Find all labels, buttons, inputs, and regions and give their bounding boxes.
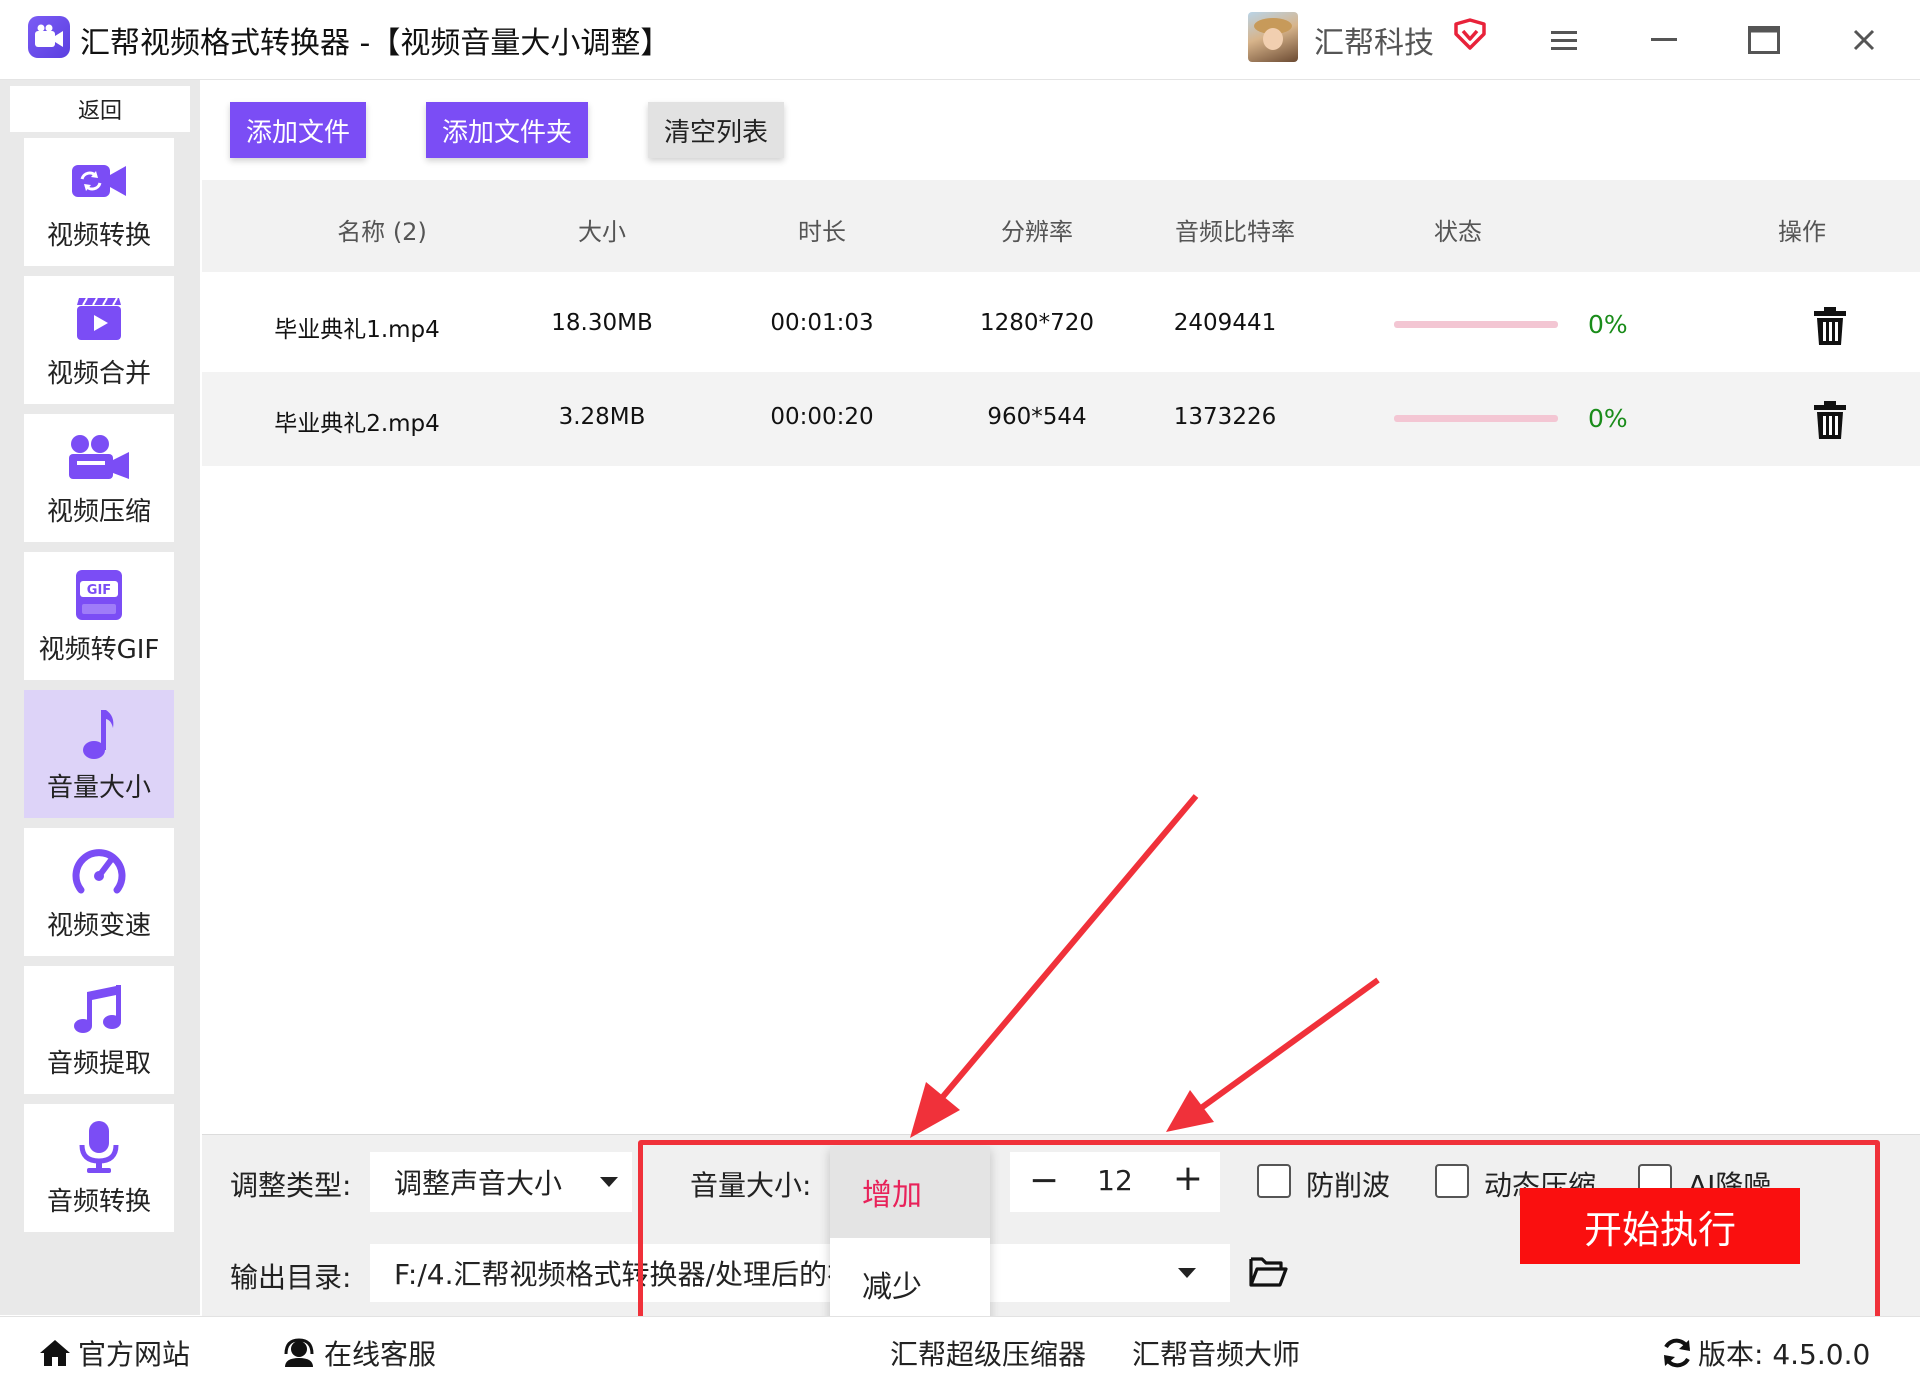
add-folder-button[interactable]: 添加文件夹: [426, 102, 588, 158]
file-resolution: 1280*720: [980, 310, 1094, 336]
chevron-down-icon: [600, 1177, 618, 1187]
file-name: 毕业典礼2.mp4: [274, 411, 440, 437]
sidebar-item-video-convert[interactable]: 视频转换: [24, 138, 174, 266]
music-notes-icon: [67, 981, 131, 1037]
microphone-icon: [67, 1119, 131, 1175]
adjust-type-select[interactable]: 调整声音大小: [370, 1152, 632, 1212]
audio-master-link[interactable]: 汇帮音频大师: [1132, 1333, 1300, 1373]
status-bar: 官方网站 在线客服 汇帮超级压缩器 汇帮音频大师 版本: 4.5.0.0: [0, 1316, 1920, 1384]
version-info[interactable]: 版本: 4.5.0.0: [1660, 1333, 1870, 1373]
sidebar-item-label: 视频合并: [46, 358, 151, 389]
headset-icon: [284, 1338, 314, 1367]
brand-name: 汇帮科技: [1314, 26, 1434, 61]
column-header-status[interactable]: 状态: [1408, 212, 1508, 247]
sidebar-item-video-speed[interactable]: 视频变速: [24, 828, 174, 956]
back-button[interactable]: 返回: [10, 86, 190, 132]
sidebar-item-volume[interactable]: 音量大小: [24, 690, 174, 818]
output-dir-label: 输出目录:: [230, 1261, 352, 1294]
refresh-icon: [1664, 1338, 1690, 1368]
online-service-label: 在线客服: [324, 1338, 437, 1371]
sidebar-item-video-merge[interactable]: 视频合并: [24, 276, 174, 404]
table-row[interactable]: 毕业典礼2.mp4 3.28MB 00:00:20 960*544 137322…: [202, 372, 1920, 466]
clear-list-button[interactable]: 清空列表: [648, 102, 784, 158]
arrow-head: [910, 1082, 960, 1138]
trash-icon[interactable]: [1812, 306, 1848, 346]
file-name: 毕业典礼1.mp4: [274, 317, 440, 343]
table-header: 名称 (2) 大小 时长 分辨率 音频比特率 状态 操作: [202, 180, 1920, 272]
sidebar-item-label: 视频转GIF: [38, 634, 160, 665]
sidebar-item-video-gif[interactable]: GIF 视频转GIF: [24, 552, 174, 680]
column-header-name[interactable]: 名称 (2): [312, 212, 452, 247]
sidebar-item-label: 音频提取: [46, 1048, 151, 1079]
sidebar-item-label: 音量大小: [46, 772, 151, 803]
add-file-button[interactable]: 添加文件: [230, 102, 366, 158]
file-resolution: 960*544: [987, 404, 1087, 430]
arrow-to-volume-dropdown: [927, 794, 1199, 1114]
sidebar-item-label: 视频转换: [46, 220, 151, 251]
maximize-icon[interactable]: [1742, 18, 1786, 62]
file-duration: 00:00:20: [770, 404, 874, 430]
file-size: 18.30MB: [551, 310, 653, 336]
sidebar-item-label: 音频转换: [46, 1186, 151, 1217]
close-icon[interactable]: [1842, 18, 1886, 62]
official-site-label: 官方网站: [78, 1338, 191, 1371]
video-convert-icon: [67, 153, 131, 209]
gif-icon: GIF: [67, 567, 131, 623]
version-label: 版本: 4.5.0.0: [1698, 1338, 1871, 1371]
file-size: 3.28MB: [558, 404, 646, 430]
trash-icon[interactable]: [1812, 400, 1848, 440]
title-bar: 汇帮视频格式转换器 -【视频音量大小调整】 汇帮科技: [0, 0, 1920, 80]
speedometer-icon: [67, 843, 131, 899]
file-bitrate: 1373226: [1173, 404, 1277, 430]
video-compress-icon: [67, 429, 131, 485]
column-header-actions[interactable]: 操作: [1752, 212, 1852, 247]
menu-icon[interactable]: [1542, 18, 1586, 62]
adjust-type-value: 调整声音大小: [394, 1167, 563, 1200]
vip-heart-icon[interactable]: [1452, 16, 1488, 52]
arrow-head: [1166, 1090, 1214, 1132]
arrow-to-volume-stepper: [1188, 977, 1380, 1119]
super-compressor-link[interactable]: 汇帮超级压缩器: [890, 1333, 1086, 1373]
progress-bar: [1394, 321, 1558, 328]
window-title: 汇帮视频格式转换器 -【视频音量大小调整】: [80, 26, 671, 61]
official-site-link[interactable]: 官方网站: [38, 1333, 190, 1373]
sidebar-item-label: 视频变速: [46, 910, 151, 941]
progress-bar: [1394, 415, 1558, 422]
column-header-bitrate[interactable]: 音频比特率: [1160, 212, 1310, 247]
sidebar-item-audio-extract[interactable]: 音频提取: [24, 966, 174, 1094]
adjust-type-label: 调整类型:: [230, 1169, 352, 1202]
video-merge-icon: [67, 291, 131, 347]
sidebar-item-label: 视频压缩: [46, 496, 151, 527]
annotation-frame: [638, 1140, 1880, 1336]
online-service-link[interactable]: 在线客服: [282, 1333, 436, 1373]
minimize-icon[interactable]: [1642, 18, 1686, 62]
column-header-resolution[interactable]: 分辨率: [972, 212, 1102, 247]
progress-text: 0%: [1588, 404, 1628, 433]
sidebar: 返回 视频转换 视频合并 视频压缩 GIF 视频转GIF 音量大小 视频变速 音…: [0, 80, 200, 1315]
home-icon: [40, 1340, 70, 1366]
table-row[interactable]: 毕业典礼1.mp4 18.30MB 00:01:03 1280*720 2409…: [202, 278, 1920, 372]
sidebar-item-video-compress[interactable]: 视频压缩: [24, 414, 174, 542]
svg-text:GIF: GIF: [87, 583, 111, 598]
app-logo-icon: [28, 16, 70, 58]
file-bitrate: 2409441: [1173, 310, 1277, 336]
file-duration: 00:01:03: [770, 310, 874, 336]
progress-text: 0%: [1588, 310, 1628, 339]
column-header-duration[interactable]: 时长: [772, 212, 872, 247]
user-avatar[interactable]: [1248, 12, 1298, 62]
music-note-icon: [67, 705, 131, 761]
sidebar-item-audio-convert[interactable]: 音频转换: [24, 1104, 174, 1232]
column-header-size[interactable]: 大小: [552, 212, 652, 247]
